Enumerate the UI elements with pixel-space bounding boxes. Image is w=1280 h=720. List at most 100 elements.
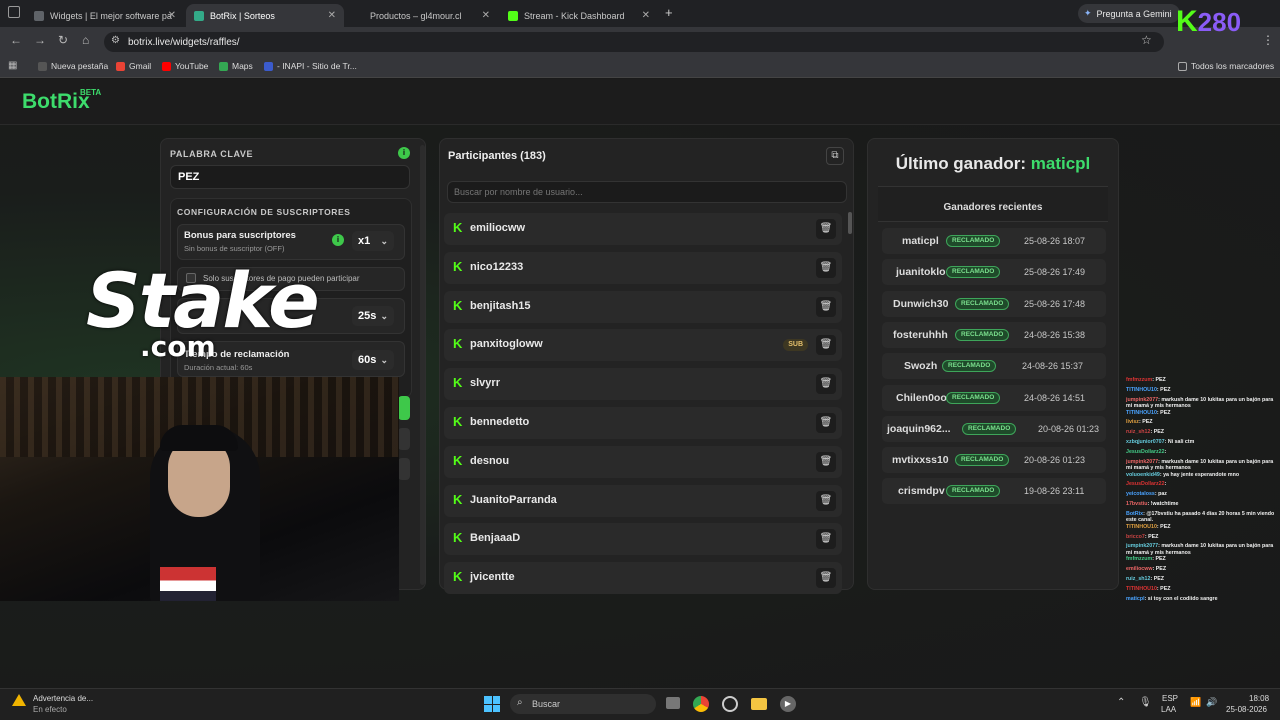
chat-user[interactable]: TITINHOU10	[1126, 410, 1157, 416]
close-tab-icon[interactable]: ✕	[168, 10, 176, 21]
chat-message: yeicotaloss: paz	[1126, 491, 1167, 498]
tab-widgets[interactable]: Widgets | El mejor software pa ✕	[26, 4, 184, 27]
participant-row[interactable]: Kslvyrr 🗑	[444, 368, 842, 401]
chrome-icon[interactable]	[693, 696, 709, 712]
info-icon[interactable]: i	[398, 147, 410, 159]
chat-user[interactable]: BotRix	[1126, 511, 1143, 517]
chat-user[interactable]: TITINHOU10	[1126, 586, 1157, 592]
close-tab-icon[interactable]: ✕	[642, 10, 650, 21]
action-button[interactable]	[398, 428, 410, 450]
volume-icon[interactable]: 🔊	[1206, 697, 1217, 708]
back-icon[interactable]: ←	[10, 33, 22, 47]
media-player-icon[interactable]: ▶	[780, 696, 796, 712]
chat-user[interactable]: jumpink2077	[1126, 543, 1158, 549]
trash-icon[interactable]: 🗑	[816, 374, 836, 395]
chat-user[interactable]: fmfmzzum	[1126, 556, 1152, 562]
reload-icon[interactable]: ↻	[58, 33, 68, 47]
address-bar[interactable]: botrix.live/widgets/raffles/	[104, 32, 1164, 52]
chat-user[interactable]: jumpink2077	[1126, 397, 1158, 403]
kick-icon: K	[453, 336, 463, 352]
tab-kick-dashboard[interactable]: Stream - Kick Dashboard ✕	[500, 4, 658, 27]
trash-icon[interactable]: 🗑	[816, 413, 836, 433]
last-winner-label: Último ganador:	[895, 154, 1027, 173]
site-info-icon[interactable]: ⚙	[111, 35, 120, 46]
bookmark-gmail[interactable]: Gmail	[116, 61, 151, 71]
winner-date: 24-08-26 15:38	[1024, 329, 1086, 340]
forward-icon[interactable]: →	[34, 33, 46, 47]
chat-user[interactable]: voluoenkid49	[1126, 472, 1160, 478]
timer-select[interactable]: 25s ⌄	[352, 306, 394, 326]
bookmark-nueva-pestana[interactable]: Nueva pestaña	[38, 61, 108, 71]
participant-row[interactable]: Kbennedetto 🗑	[444, 407, 842, 439]
file-explorer-icon[interactable]	[751, 698, 767, 710]
participant-row[interactable]: Kbenjitash15 🗑	[444, 290, 842, 323]
settings-scrollbar[interactable]	[420, 145, 425, 585]
notice-title[interactable]: Advertencia de...	[33, 694, 93, 703]
trash-icon[interactable]: 🗑	[816, 335, 836, 356]
bookmark-maps[interactable]: Maps	[219, 61, 253, 71]
keyword-input[interactable]	[170, 165, 410, 189]
app-icon[interactable]	[722, 696, 738, 712]
participant-row[interactable]: Knico12233 🗑	[444, 251, 842, 284]
close-tab-icon[interactable]: ✕	[482, 10, 490, 21]
action-button[interactable]	[398, 458, 410, 480]
chat-user[interactable]: ruiz_sh12	[1126, 429, 1150, 435]
info-icon[interactable]: i	[332, 234, 344, 246]
chat-user[interactable]: xzbqjunior0707	[1126, 439, 1165, 445]
chat-message: voluoenkid49: ya hay jente esperandote m…	[1126, 471, 1240, 478]
trash-icon[interactable]: 🗑	[816, 296, 836, 317]
chat-user[interactable]: JesusDollarz22	[1126, 449, 1165, 455]
tab-botrix[interactable]: BotRix | Sorteos ✕	[186, 4, 344, 27]
trash-icon[interactable]: 🗑	[816, 490, 836, 511]
chat-user[interactable]: 17bvstiu	[1126, 501, 1148, 507]
participant-row[interactable]: Kemiliocww 🗑	[444, 213, 842, 245]
bookmark-star-icon[interactable]: ☆	[1141, 33, 1152, 47]
chat-user[interactable]: yeicotaloss	[1126, 491, 1155, 497]
chat-user[interactable]: jumpink2077	[1126, 459, 1158, 465]
bonus-multiplier-select[interactable]: x1 ⌄	[352, 231, 394, 251]
trash-icon[interactable]: 🗑	[816, 451, 836, 472]
windows-start-icon[interactable]	[484, 696, 500, 712]
tab-productos[interactable]: Productos – gl4mour.cl ✕	[346, 4, 498, 27]
bookmark-youtube[interactable]: YouTube	[162, 61, 208, 71]
trash-icon[interactable]: 🗑	[816, 568, 836, 589]
taskbar-search[interactable]: Buscar	[510, 694, 656, 714]
trash-icon[interactable]: 🗑	[816, 219, 836, 239]
home-icon[interactable]: ⌂	[82, 33, 89, 47]
copy-icon[interactable]: ⧉	[826, 147, 844, 165]
trash-icon[interactable]: 🗑	[816, 529, 836, 550]
chat-user[interactable]: bricco7	[1126, 534, 1145, 540]
chat-user[interactable]: livisz	[1126, 419, 1139, 425]
start-button[interactable]	[398, 396, 410, 420]
chat-user[interactable]: TITINHOU10	[1126, 524, 1157, 530]
trash-icon[interactable]: 🗑	[816, 257, 836, 278]
participant-search-input[interactable]	[447, 181, 847, 203]
chat-user[interactable]: ruiz_sh12	[1126, 576, 1150, 582]
bookmark-all[interactable]: Todos los marcadores	[1178, 61, 1274, 71]
tab-search-icon[interactable]	[8, 6, 20, 18]
chat-user[interactable]: TITINHOU10	[1126, 387, 1157, 393]
participant-row[interactable]: Kpanxitogloww SUB 🗑	[444, 329, 842, 362]
participants-scrollbar[interactable]	[848, 212, 852, 234]
apps-icon[interactable]: ▦	[8, 60, 17, 71]
chat-user[interactable]: JesusDollarz22	[1126, 481, 1165, 487]
clock-time[interactable]: 18:08	[1249, 694, 1269, 703]
chat-user[interactable]: maticpl	[1126, 596, 1145, 602]
gemini-button[interactable]: ✦ Pregunta a Gemini	[1078, 4, 1180, 23]
chat-user[interactable]: fmfmzzum	[1126, 377, 1152, 383]
menu-icon[interactable]: ⋮	[1262, 33, 1274, 47]
language-code[interactable]: ESP	[1162, 694, 1178, 703]
task-view-icon[interactable]	[666, 697, 680, 709]
participant-row[interactable]: Kdesnou 🗑	[444, 445, 842, 478]
microphone-icon[interactable]: 🎙	[1139, 697, 1152, 708]
participant-row[interactable]: K JuanitoParranda 🗑	[444, 484, 842, 517]
participant-row[interactable]: Kjvicentte 🗑	[444, 562, 842, 595]
close-tab-icon[interactable]: ✕	[328, 10, 336, 21]
bookmark-inapi[interactable]: - INAPI - Sitio de Tr...	[264, 61, 357, 71]
new-tab-button[interactable]: +	[665, 5, 673, 20]
claim-time-select[interactable]: 60s ⌄	[352, 350, 394, 370]
wifi-icon[interactable]: 📶	[1190, 697, 1201, 708]
chat-user[interactable]: emiliocww	[1126, 566, 1153, 572]
chevron-up-icon[interactable]: ⌃	[1117, 697, 1125, 708]
participant-row[interactable]: K BenjaaaD 🗑	[444, 523, 842, 556]
